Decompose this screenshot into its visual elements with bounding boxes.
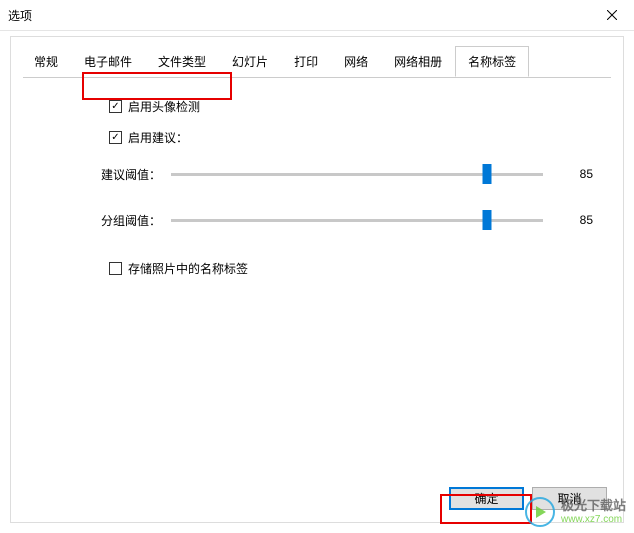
suggestion-threshold-value: 85 [543, 167, 593, 181]
group-threshold-label: 分组阈值： [101, 212, 171, 229]
enable-suggestions-label: 启用建议： [128, 129, 188, 146]
enable-face-detection-row: ✓ 启用头像检测 [109, 98, 593, 115]
suggestion-threshold-slider[interactable] [171, 164, 543, 184]
close-button[interactable] [589, 0, 634, 30]
store-name-tags-checkbox[interactable] [109, 262, 122, 275]
titlebar: 选项 [0, 0, 634, 30]
tab-print[interactable]: 打印 [281, 46, 331, 77]
enable-suggestions-checkbox[interactable]: ✓ [109, 131, 122, 144]
suggestion-threshold-label: 建议阈值： [101, 166, 171, 183]
tab-content: ✓ 启用头像检测 ✓ 启用建议： 建议阈值： 85 分组阈值： 85 存储 [11, 78, 623, 277]
cancel-button[interactable]: 取消 [532, 487, 607, 510]
enable-suggestions-row: ✓ 启用建议： [109, 129, 593, 146]
enable-face-detection-checkbox[interactable]: ✓ [109, 100, 122, 113]
tab-web-album[interactable]: 网络相册 [381, 46, 455, 77]
window-title: 选项 [8, 7, 32, 24]
tab-file-types[interactable]: 文件类型 [145, 46, 219, 77]
suggestion-threshold-row: 建议阈值： 85 [101, 164, 593, 184]
tab-email[interactable]: 电子邮件 [71, 46, 145, 77]
slider-thumb[interactable] [483, 164, 492, 184]
group-threshold-value: 85 [543, 213, 593, 227]
tab-general[interactable]: 常规 [21, 46, 71, 77]
tab-name-tags[interactable]: 名称标签 [455, 46, 529, 77]
close-icon [607, 10, 617, 20]
tab-bar: 常规 电子邮件 文件类型 幻灯片 打印 网络 网络相册 名称标签 [11, 37, 623, 77]
enable-face-detection-label: 启用头像检测 [128, 98, 200, 115]
store-name-tags-row: 存储照片中的名称标签 [109, 260, 593, 277]
group-threshold-slider[interactable] [171, 210, 543, 230]
group-threshold-row: 分组阈值： 85 [101, 210, 593, 230]
store-name-tags-label: 存储照片中的名称标签 [128, 260, 248, 277]
dialog-panel: 常规 电子邮件 文件类型 幻灯片 打印 网络 网络相册 名称标签 ✓ 启用头像检… [10, 36, 624, 523]
slider-thumb[interactable] [483, 210, 492, 230]
tab-network[interactable]: 网络 [331, 46, 381, 77]
ok-button[interactable]: 确定 [449, 487, 524, 510]
tab-slideshow[interactable]: 幻灯片 [219, 46, 281, 77]
dialog-footer: 确定 取消 [449, 487, 607, 510]
